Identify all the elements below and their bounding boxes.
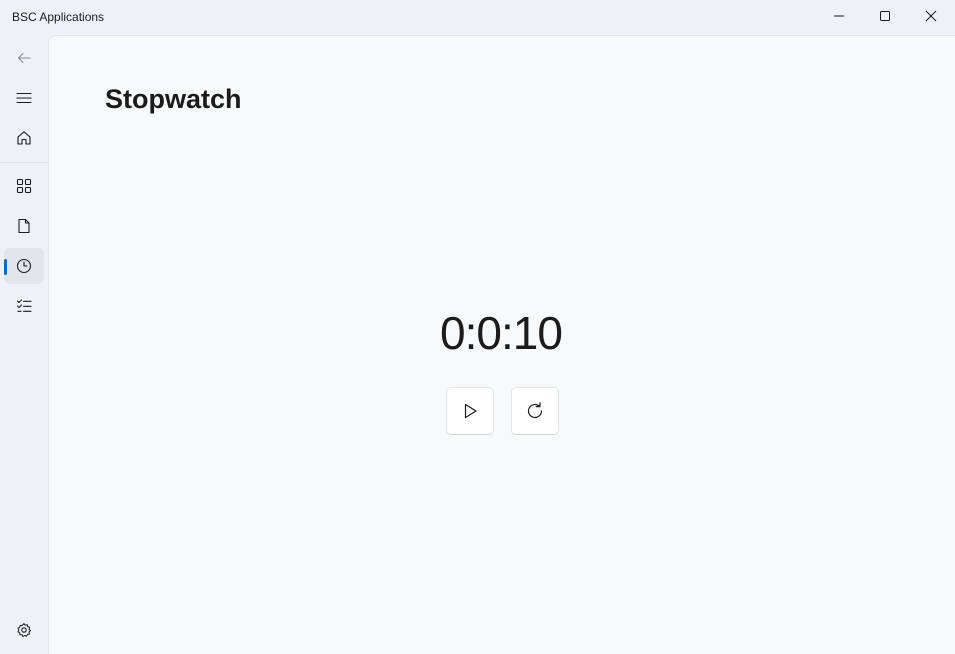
title-bar[interactable]: BSC Applications	[0, 0, 955, 34]
minimize-button[interactable]	[816, 0, 862, 32]
settings-button[interactable]	[4, 612, 44, 648]
document-icon	[18, 218, 30, 234]
maximize-icon	[880, 11, 890, 21]
app-title: BSC Applications	[12, 10, 105, 24]
apps-grid-icon	[16, 178, 32, 194]
close-icon	[925, 10, 937, 22]
nav-item-apps[interactable]	[4, 168, 44, 204]
menu-toggle-button[interactable]	[4, 80, 44, 116]
settings-icon	[17, 623, 31, 637]
clock-icon	[16, 258, 32, 274]
checklist-icon	[16, 299, 32, 312]
reset-button[interactable]	[511, 387, 559, 435]
close-button[interactable]	[908, 0, 954, 32]
navigation-rail	[0, 36, 48, 654]
nav-separator	[0, 162, 48, 163]
play-icon	[464, 403, 477, 419]
hamburger-menu-icon	[16, 92, 32, 104]
app-window: BSC Applications Stopwatch 0:0:10	[0, 0, 955, 654]
minimize-icon	[834, 15, 844, 17]
home-icon	[17, 131, 31, 145]
nav-item-tasks[interactable]	[4, 288, 44, 324]
page-title: Stopwatch	[105, 84, 242, 114]
content-panel: Stopwatch 0:0:10	[48, 35, 955, 654]
elapsed-time-display: 0:0:10	[440, 307, 563, 359]
start-button[interactable]	[446, 387, 494, 435]
nav-item-home[interactable]	[4, 120, 44, 156]
nav-item-documents[interactable]	[4, 208, 44, 244]
reset-icon	[527, 402, 543, 419]
back-button[interactable]	[4, 40, 44, 76]
back-arrow-icon	[17, 52, 31, 64]
selection-indicator	[4, 259, 7, 275]
nav-item-stopwatch[interactable]	[4, 248, 44, 284]
maximize-button[interactable]	[862, 0, 908, 32]
